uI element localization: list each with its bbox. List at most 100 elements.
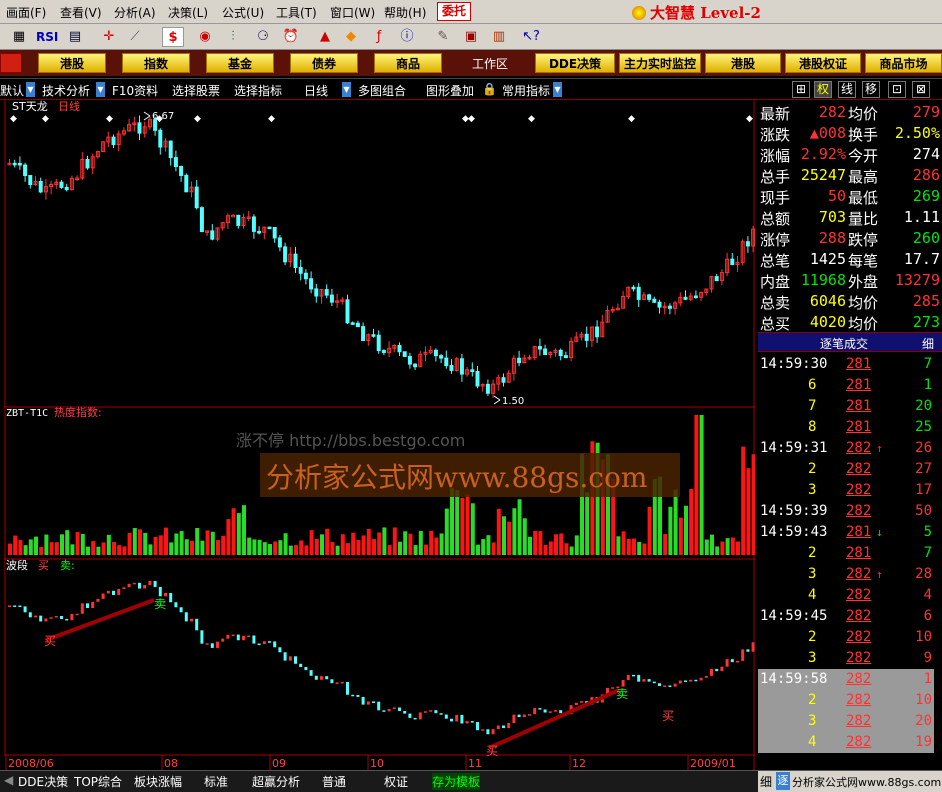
menu-item-decision[interactable]: 决策(L): [168, 4, 208, 21]
trade-row[interactable]: 14:59:31 282 ↑ 26: [758, 438, 934, 459]
dropdown-arrow-icon[interactable]: ▼: [96, 82, 105, 97]
trade-row[interactable]: 4 282 19: [758, 732, 934, 753]
diamond-icon[interactable]: ◆: [340, 27, 362, 47]
trades-scroll-strip[interactable]: [935, 354, 942, 754]
tab-top-overall[interactable]: TOP综合: [74, 773, 122, 790]
menu-item-tools[interactable]: 工具(T): [276, 4, 317, 21]
binoculars-icon[interactable]: ⚆: [252, 27, 274, 47]
nav-hk-stocks-2[interactable]: 港股: [705, 53, 781, 73]
menu-item-window[interactable]: 窗口(W): [330, 4, 375, 21]
line-button[interactable]: 线: [838, 81, 856, 98]
chart-svg[interactable]: ◆ ◆ ◆ ◆ ◆ ◆ ◆ ◆ ◆ ◆ ◆ 2008/06 08 09 10 11 12 2009/01 6.6…: [4, 100, 755, 770]
option-multi-chart[interactable]: 多图组合: [358, 82, 406, 99]
trade-row[interactable]: 3 282 17: [758, 480, 934, 501]
dropdown-arrow-icon[interactable]: ▼: [342, 82, 351, 97]
chart-area[interactable]: ◆ ◆ ◆ ◆ ◆ ◆ ◆ ◆ ◆ ◆ ◆ 2008/06 08 09 10 11 12 2009/01 6.6…: [4, 100, 755, 770]
crosshair-icon[interactable]: ✛: [98, 27, 120, 47]
option-f10[interactable]: F10资料: [112, 82, 158, 99]
menu-item-analysis[interactable]: 分析(A): [114, 4, 156, 21]
tab-warrants[interactable]: 权证: [384, 773, 408, 790]
trades-detail-button[interactable]: 细: [922, 335, 934, 352]
nav-index[interactable]: 指数: [122, 53, 190, 73]
window-icon[interactable]: ▣: [460, 27, 482, 47]
option-daily[interactable]: 日线: [304, 82, 328, 99]
chart-icon[interactable]: ▦: [8, 27, 30, 47]
wave-candle: [372, 701, 375, 703]
trade-row[interactable]: 14:59:30 281 7: [758, 354, 934, 375]
option-tech-analysis[interactable]: 技术分析: [42, 82, 90, 99]
trade-row[interactable]: 14:59:43 281 ↓ 5: [758, 522, 934, 543]
menu-item-screen[interactable]: 画面(F): [6, 4, 46, 21]
trade-row[interactable]: 14:59:45 282 6: [758, 606, 934, 627]
tab-normal[interactable]: 普通: [322, 773, 346, 790]
rights-button[interactable]: 权: [814, 81, 832, 98]
tab-detail[interactable]: 细: [760, 773, 772, 790]
entrust-button[interactable]: 委托: [437, 2, 471, 21]
nav-commodity-market[interactable]: 商品市场: [865, 53, 942, 73]
help-icon[interactable]: ↖?: [520, 27, 542, 47]
option-select-indicator[interactable]: 选择指标: [234, 82, 282, 99]
nav-hk-warrants[interactable]: 港股权证: [785, 53, 861, 73]
option-common-indicators[interactable]: 常用指标: [502, 82, 550, 99]
tab-sector-gain[interactable]: 板块涨幅: [134, 773, 182, 790]
notepad-icon[interactable]: ✎: [432, 27, 454, 47]
move-button[interactable]: 移: [862, 81, 880, 98]
grid-toggle-button[interactable]: ⊞: [792, 81, 810, 98]
tab-scroll-icon[interactable]: ◀: [4, 773, 13, 787]
dropdown-arrow-icon[interactable]: ▼: [26, 82, 35, 97]
info-icon[interactable]: ⓘ: [396, 27, 418, 47]
candle-body: [17, 162, 22, 166]
trade-row[interactable]: 2 281 7: [758, 543, 934, 564]
heat-bar: [153, 536, 158, 555]
nav-main-monitor[interactable]: 主力实时监控: [619, 53, 701, 73]
trade-row[interactable]: 6 281 1: [758, 375, 934, 396]
f10-icon[interactable]: ƒ: [368, 27, 390, 47]
menu-item-view[interactable]: 查看(V): [60, 4, 102, 21]
table-icon[interactable]: ▤: [64, 27, 86, 47]
up-icon[interactable]: ▲: [314, 27, 336, 47]
multi-icon[interactable]: ⫶: [222, 27, 244, 47]
trade-row[interactable]: 3 282 20: [758, 711, 934, 732]
quote-value: 50: [827, 187, 846, 205]
tab-save-template[interactable]: 存为模板: [432, 773, 481, 790]
trade-row[interactable]: 3 282 ↑ 28: [758, 564, 934, 585]
wave-candle: [751, 642, 755, 652]
trade-row[interactable]: 2 282 10: [758, 627, 934, 648]
trade-row[interactable]: 14:59:58 282 1: [758, 669, 934, 690]
frame-button[interactable]: ⊡: [888, 81, 906, 98]
dollar-icon[interactable]: $: [162, 27, 184, 47]
lock-icon[interactable]: 🔒: [482, 82, 497, 96]
trades-list[interactable]: 14:59:30 281 7 6 281 1 7 281 20 8 281 25 14:59:31 282…: [758, 354, 942, 754]
rsi-icon[interactable]: RSI: [36, 27, 58, 47]
menu-item-help[interactable]: 帮助(H): [384, 4, 426, 21]
tab-tick[interactable]: 逐: [776, 772, 790, 790]
ruler-icon[interactable]: ⟋: [124, 27, 146, 47]
menu-item-formula[interactable]: 公式(U): [222, 4, 264, 21]
trade-row[interactable]: 8 281 25: [758, 417, 934, 438]
nav-dde-decision[interactable]: DDE决策: [535, 53, 615, 73]
trade-row[interactable]: 2 282 27: [758, 459, 934, 480]
tab-super-analysis[interactable]: 超赢分析: [252, 773, 300, 790]
heat-bar: [325, 528, 330, 555]
dropdown-arrow-icon[interactable]: ▼: [553, 82, 562, 97]
site-link[interactable]: 分析家公式网www.88gs.com: [792, 774, 941, 790]
trade-row[interactable]: 14:59:39 282 50: [758, 501, 934, 522]
nav-funds[interactable]: 基金: [206, 53, 274, 73]
trade-row[interactable]: 4 282 4: [758, 585, 934, 606]
close-frame-button[interactable]: ⊠: [912, 81, 930, 98]
bar-icon[interactable]: ◉: [194, 27, 216, 47]
trade-row[interactable]: 3 282 9: [758, 648, 934, 669]
nav-bonds[interactable]: 债券: [290, 53, 358, 73]
option-default[interactable]: 默认: [0, 82, 24, 99]
tab-standard[interactable]: 标准: [204, 773, 228, 790]
option-select-stock[interactable]: 选择股票: [172, 82, 220, 99]
tab-dde-decision[interactable]: DDE决策: [18, 773, 68, 790]
option-overlay[interactable]: 图形叠加: [426, 82, 474, 99]
trade-row[interactable]: 2 282 10: [758, 690, 934, 711]
books-icon[interactable]: ▥: [488, 27, 510, 47]
nav-hk-stocks[interactable]: 港股: [38, 53, 106, 73]
workspace-label[interactable]: 工作区: [472, 55, 508, 72]
alarm-icon[interactable]: ⏰: [280, 27, 302, 47]
trade-row[interactable]: 7 281 20: [758, 396, 934, 417]
nav-commodities[interactable]: 商品: [374, 53, 442, 73]
